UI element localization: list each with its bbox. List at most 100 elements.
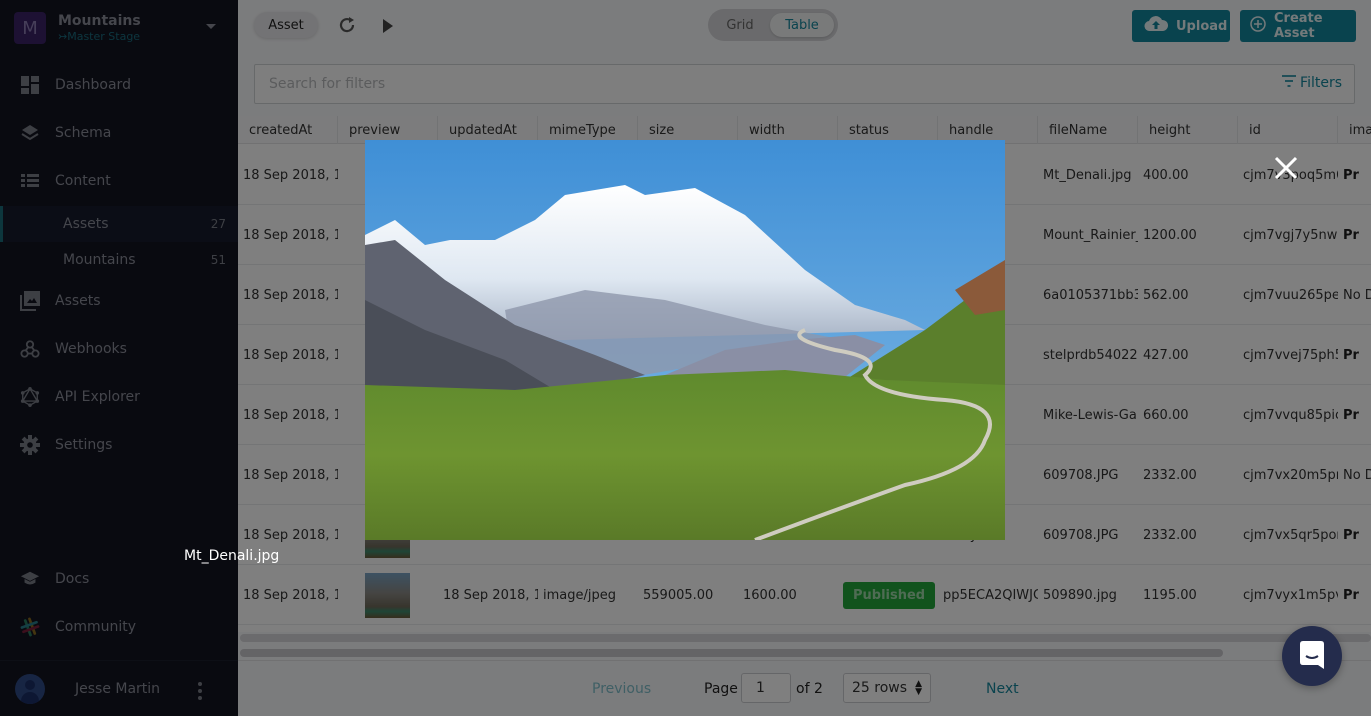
sidebar-item-label: Content [55, 173, 111, 189]
upload-button[interactable]: Upload [1132, 10, 1230, 42]
rows-per-page-select[interactable]: 25 rows ▲ ▼ [843, 673, 931, 703]
sidebar: M Mountains ↣Master Stage Dashboard Sche… [0, 0, 238, 716]
sidebar-item-api-explorer[interactable]: API Explorer [0, 377, 238, 417]
cell-createdat: 18 Sep 2018, 1: [243, 227, 338, 243]
toolbar: Asset Grid Table Upload Create Asset [238, 0, 1371, 52]
graphql-icon [20, 387, 40, 407]
cell-filename: stelprdb54022 [1043, 347, 1138, 363]
model-selector[interactable]: Asset [254, 12, 318, 38]
cell-id: cjm7vvej75ph5 [1243, 347, 1338, 363]
status-badge: Published [843, 581, 936, 609]
cell-id: cjm7vvqu85pic [1243, 407, 1338, 423]
table-row[interactable]: 18 Sep 2018, 1: 18 Sep 2018, 1: image/jpeg… [238, 565, 1371, 625]
cell-id: cjm7vgj7y5nw2 [1243, 227, 1338, 243]
view-table-tab[interactable]: Table [770, 13, 834, 37]
cell-height: 660.00 [1143, 407, 1189, 423]
cell-updatedat: 18 Sep 2018, 1: [443, 587, 538, 603]
column-header-id[interactable]: id [1238, 116, 1338, 144]
cell-height: 562.00 [1143, 287, 1189, 303]
sidebar-item-settings[interactable]: Settings [0, 425, 238, 465]
sidebar-item-assets[interactable]: Assets [0, 281, 238, 321]
cell-extra: No D [1343, 287, 1371, 303]
user-name: Jesse Martin [75, 680, 161, 697]
sidebar-item-label: Docs [55, 571, 90, 587]
cell-createdat: 18 Sep 2018, 1: [243, 167, 338, 183]
sidebar-item-docs[interactable]: Docs [0, 559, 238, 599]
graduation-cap-icon [20, 569, 40, 589]
sidebar-item-webhooks[interactable]: Webhooks [0, 329, 238, 369]
project-stage: ↣Master Stage [58, 29, 141, 43]
page-label: Page [704, 680, 738, 697]
sidebar-item-dashboard[interactable]: Dashboard [0, 65, 238, 105]
cell-id: cjm7vyx1m5pv [1243, 587, 1338, 603]
horizontal-scrollbar-track[interactable] [240, 634, 1371, 642]
refresh-icon[interactable] [338, 16, 356, 38]
horizontal-scrollbar-thumb[interactable] [240, 649, 1223, 657]
cell-filename: Mt_Denali.jpg [1043, 167, 1132, 183]
cell-id: cjm7vx20m5pn [1243, 467, 1338, 483]
webhook-icon [20, 339, 40, 359]
cell-height: 1195.00 [1143, 587, 1197, 603]
sidebar-item-content[interactable]: Content [0, 161, 238, 201]
cell-extra: Pr [1343, 347, 1359, 363]
cell-height: 1200.00 [1143, 227, 1197, 243]
filter-icon [1282, 75, 1297, 91]
avatar[interactable] [15, 673, 45, 704]
pagination: Previous Page 1 of 2 25 rows ▲ ▼ Next [238, 660, 1371, 716]
search-input[interactable] [255, 65, 1155, 103]
next-button[interactable]: Next [986, 681, 1019, 697]
cell-extra: Pr [1343, 527, 1359, 543]
project-switcher[interactable]: M Mountains ↣Master Stage [14, 10, 234, 46]
mountain-landscape-image [365, 140, 1005, 540]
view-grid-tab[interactable]: Grid [712, 13, 768, 37]
cell-height: 400.00 [1143, 167, 1189, 183]
cell-createdat: 18 Sep 2018, 1: [243, 587, 338, 603]
sidebar-item-community[interactable]: Community [0, 607, 238, 647]
play-icon[interactable] [382, 18, 394, 37]
filter-search-bar: Filters [254, 64, 1355, 104]
cell-createdat: 18 Sep 2018, 1: [243, 467, 338, 483]
previous-button[interactable]: Previous [592, 681, 651, 697]
page-number-input[interactable]: 1 [741, 673, 791, 703]
sidebar-subitem-label: Mountains [63, 252, 136, 268]
close-lightbox-button[interactable] [1272, 154, 1300, 182]
sidebar-subitem-mountains[interactable]: Mountains 51 [0, 242, 238, 278]
preview-thumbnail[interactable] [365, 572, 410, 618]
sidebar-item-label: API Explorer [55, 389, 140, 405]
column-header-image[interactable]: ima [1338, 116, 1371, 144]
cell-height: 2332.00 [1143, 467, 1197, 483]
project-avatar: M [14, 12, 46, 44]
cell-extra: Pr [1343, 227, 1359, 243]
cell-extra: No D [1343, 467, 1371, 483]
filters-button[interactable]: Filters [1282, 75, 1342, 91]
cell-size: 559005.00 [643, 587, 714, 603]
cloud-upload-icon [1144, 16, 1169, 36]
column-header-height[interactable]: height [1138, 116, 1238, 144]
sort-arrows-icon: ▲ ▼ [915, 679, 922, 697]
sidebar-item-label: Dashboard [55, 77, 131, 93]
project-name: Mountains [58, 12, 141, 29]
sidebar-item-schema[interactable]: Schema [0, 113, 238, 153]
page-total: of 2 [796, 680, 823, 697]
dashboard-icon [20, 75, 40, 95]
column-header-filename[interactable]: fileName [1038, 116, 1138, 144]
sidebar-subitem-count: 27 [210, 217, 226, 231]
gear-icon [20, 435, 40, 455]
column-header-createdat[interactable]: createdAt [238, 116, 338, 144]
more-vertical-icon[interactable] [198, 682, 202, 700]
cell-extra: Pr [1343, 587, 1359, 603]
sidebar-subitem-assets[interactable]: Assets 27 [0, 206, 238, 242]
chat-bubble-icon [1300, 641, 1324, 669]
lightbox-image [365, 140, 1005, 540]
caret-down-icon[interactable] [206, 24, 216, 29]
cell-width: 1600.00 [743, 587, 797, 603]
sidebar-item-label: Schema [55, 125, 112, 141]
create-asset-button[interactable]: Create Asset [1240, 10, 1356, 42]
chat-widget-button[interactable] [1282, 626, 1342, 686]
view-toggle: Grid Table [708, 9, 838, 41]
cell-extra: Pr [1343, 167, 1359, 183]
sidebar-item-label: Assets [55, 293, 101, 309]
cell-height: 2332.00 [1143, 527, 1197, 543]
cell-createdat: 18 Sep 2018, 1: [243, 287, 338, 303]
slack-icon [20, 617, 40, 637]
